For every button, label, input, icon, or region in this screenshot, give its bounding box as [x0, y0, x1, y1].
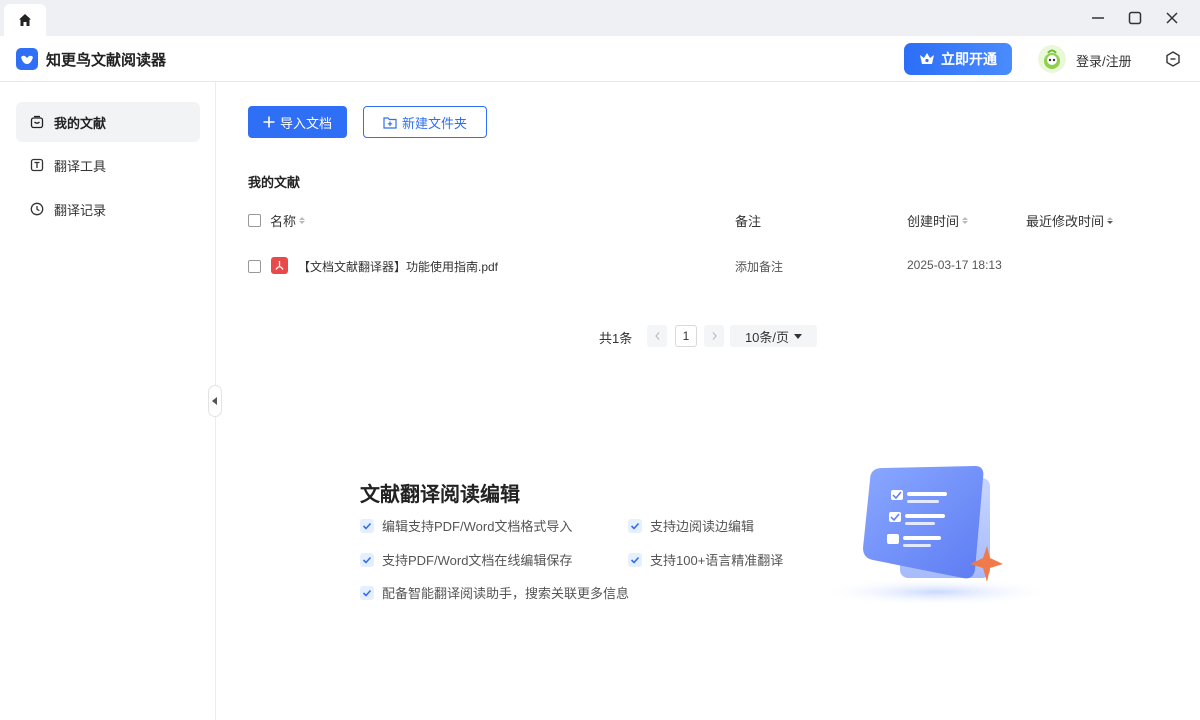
sidebar-item-label: 翻译工具 [54, 158, 107, 174]
feature-text: 支持PDF/Word文档在线编辑保存 [382, 553, 573, 568]
import-document-label: 导入文档 [279, 115, 332, 131]
check-icon [628, 518, 642, 533]
sidebar-item-label: 翻译记录 [54, 202, 107, 218]
folder-plus-icon [383, 116, 397, 129]
close-icon [1166, 12, 1178, 24]
feature-item: 配备智能翻译阅读助手，搜索关联更多信息 [360, 583, 629, 602]
feature-item: 编辑支持PDF/Word文档格式导入 [360, 516, 572, 535]
translate-tool-icon [30, 158, 44, 172]
feature-text: 支持100+语言精准翻译 [650, 553, 784, 568]
sidebar-item-my-library[interactable]: 我的文献 [16, 102, 200, 142]
avatar-icon [1044, 49, 1060, 69]
sidebar-collapse-handle[interactable] [208, 385, 222, 417]
sidebar-item-translate-history[interactable]: 翻译记录 [16, 189, 200, 229]
column-modified-label: 最近修改时间 [1026, 214, 1105, 229]
minimize-icon [1092, 17, 1104, 19]
row-checkbox[interactable] [248, 260, 261, 273]
hexagon-settings-icon [1166, 51, 1180, 67]
close-button[interactable] [1154, 4, 1190, 32]
avatar[interactable] [1038, 45, 1066, 73]
sidebar: 我的文献 翻译工具 翻译记录 [0, 82, 216, 720]
title-bar [0, 0, 1200, 36]
vip-activate-label: 立即开通 [941, 51, 997, 67]
sidebar-item-translate-tool[interactable]: 翻译工具 [16, 145, 200, 185]
pdf-icon [271, 257, 288, 274]
page-size-label: 10条/页 [744, 329, 790, 345]
crown-icon [920, 53, 934, 64]
home-tab[interactable] [4, 4, 46, 36]
app-logo [16, 48, 38, 70]
new-folder-label: 新建文件夹 [401, 115, 467, 131]
home-icon [19, 14, 31, 26]
maximize-icon [1128, 11, 1142, 25]
page-size-select[interactable]: 10条/页 [730, 325, 817, 347]
feature-text: 编辑支持PDF/Word文档格式导入 [382, 519, 573, 534]
page-number-button[interactable]: 1 [675, 325, 697, 347]
caret-down-icon [794, 333, 803, 339]
feature-item: 支持100+语言精准翻译 [628, 550, 783, 569]
pagination-total: 共1条 [599, 331, 633, 346]
login-register-link[interactable]: 登录/注册 [1076, 51, 1132, 70]
feature-item: 支持PDF/Word文档在线编辑保存 [360, 550, 572, 569]
chevron-right-icon [712, 332, 717, 340]
column-note-label: 备注 [735, 214, 762, 229]
caret-left-icon [212, 397, 217, 405]
column-header-created[interactable]: 创建时间 [907, 211, 969, 230]
bird-logo-icon [21, 55, 33, 64]
check-icon [360, 585, 374, 600]
new-folder-button[interactable]: 新建文件夹 [363, 106, 487, 138]
feature-text: 配备智能翻译阅读助手，搜索关联更多信息 [382, 586, 630, 601]
vip-activate-button[interactable]: 立即开通 [904, 43, 1012, 75]
promo-title: 文献翻译阅读编辑 [360, 484, 520, 506]
column-header-modified[interactable]: 最近修改时间 [1026, 211, 1114, 230]
column-header-note: 备注 [735, 211, 761, 230]
import-document-button[interactable]: 导入文档 [248, 106, 347, 138]
app-title: 知更鸟文献阅读器 [46, 52, 167, 69]
column-header-name[interactable]: 名称 [270, 211, 306, 230]
plus-icon [263, 116, 275, 128]
settings-button[interactable] [1164, 50, 1182, 68]
sort-icon [299, 217, 306, 224]
document-scroll-illustration [817, 466, 1057, 606]
sort-icon [1107, 217, 1114, 224]
column-created-label: 创建时间 [907, 214, 960, 229]
prev-page-button[interactable] [647, 325, 667, 347]
section-title: 我的文献 [248, 175, 301, 190]
sort-icon [962, 217, 969, 224]
select-all-checkbox[interactable] [248, 214, 261, 227]
feature-item: 支持边阅读边编辑 [628, 516, 754, 535]
sidebar-item-label: 我的文献 [54, 115, 107, 131]
minimize-button[interactable] [1080, 4, 1116, 32]
app-header: 知更鸟文献阅读器 立即开通 登录/注册 [0, 36, 1200, 82]
add-note-link[interactable]: 添加备注 [735, 258, 783, 275]
created-time: 2025-03-17 18:13 [907, 258, 1002, 272]
check-icon [628, 552, 642, 567]
clock-icon [30, 202, 44, 216]
maximize-button[interactable] [1117, 4, 1153, 32]
next-page-button[interactable] [704, 325, 724, 347]
library-icon [30, 115, 44, 129]
check-icon [360, 518, 374, 533]
feature-text: 支持边阅读边编辑 [650, 519, 755, 534]
column-name-label: 名称 [270, 214, 297, 229]
file-name-link[interactable]: 【文档文献翻译器】功能使用指南.pdf [298, 258, 498, 275]
check-icon [360, 552, 374, 567]
chevron-left-icon [654, 332, 659, 340]
